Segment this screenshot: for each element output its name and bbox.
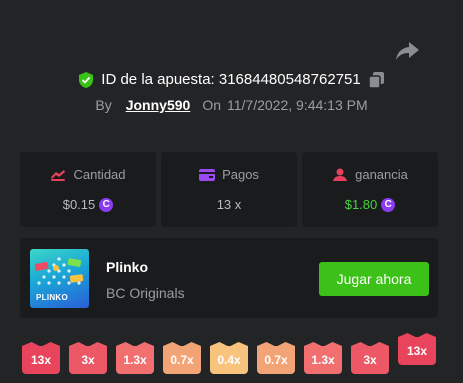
- user-link[interactable]: Jonny590: [126, 97, 191, 113]
- coin-icon: C: [381, 197, 396, 212]
- multiplier-bucket: 3x: [351, 346, 389, 374]
- multiplier-label: 13x: [406, 344, 428, 358]
- amount-stat: Cantidad $0.15 C: [20, 152, 156, 227]
- copy-icon[interactable]: [368, 71, 384, 88]
- by-label: By: [95, 97, 112, 113]
- multiplier-label: 3x: [81, 353, 95, 367]
- bet-byline: By Jonny590 On 11/7/2022, 9:44:13 PM: [0, 97, 463, 113]
- multiplier-label: 13x: [30, 353, 52, 367]
- multiplier-buckets: 13x 3x 1.3x 0.7x 0.4x 0.7x 1.3x 3x 13x: [22, 333, 436, 383]
- share-icon[interactable]: [394, 40, 420, 62]
- thumbnail-title: PLINKO: [36, 293, 69, 302]
- chip-icon: [51, 169, 66, 181]
- on-label: On: [202, 97, 221, 113]
- payout-stat: Pagos 13 x: [161, 152, 297, 227]
- multiplier-bucket: 13x: [398, 337, 436, 365]
- multiplier-bucket: 0.7x: [257, 346, 295, 374]
- multiplier-bucket: 1.3x: [304, 346, 342, 374]
- profit-label: ganancia: [355, 167, 408, 182]
- game-thumbnail[interactable]: PLINKO: [30, 249, 89, 308]
- multiplier-bucket: 0.4x: [210, 346, 248, 374]
- multiplier-label: 3x: [363, 353, 377, 367]
- game-card: PLINKO Plinko BC Originals Jugar ahora: [20, 238, 438, 318]
- multiplier-label: 0.7x: [170, 353, 194, 367]
- bet-id-row: ID de la apuesta: 31684480548762751: [0, 71, 463, 88]
- payout-value: 13 x: [216, 197, 242, 212]
- bet-id: ID de la apuesta: 31684480548762751: [101, 71, 361, 88]
- verified-shield-icon: [79, 71, 94, 88]
- amount-label: Cantidad: [73, 167, 126, 182]
- user-money-icon: [333, 168, 348, 181]
- multiplier-label: 1.3x: [123, 353, 147, 367]
- multiplier-label: 1.3x: [311, 353, 335, 367]
- multiplier-bucket: 3x: [69, 346, 107, 374]
- bet-stats: Cantidad $0.15 C Pagos 13 x ganancia $1.…: [20, 152, 438, 227]
- multiplier-bucket: 1.3x: [116, 346, 154, 374]
- profit-value: $1.80: [344, 197, 378, 212]
- amount-value: $0.15: [62, 197, 96, 212]
- profit-stat: ganancia $1.80 C: [302, 152, 438, 227]
- payout-label: Pagos: [222, 167, 259, 182]
- multiplier-label: 0.7x: [264, 353, 288, 367]
- play-now-button[interactable]: Jugar ahora: [319, 262, 429, 296]
- multiplier-bucket: 0.7x: [163, 346, 201, 374]
- multiplier-bucket: 13x: [22, 346, 60, 374]
- bet-date: 11/7/2022, 9:44:13 PM: [227, 97, 368, 113]
- coin-icon: C: [99, 197, 114, 212]
- game-name[interactable]: Plinko: [106, 259, 148, 275]
- multiplier-label: 0.4x: [217, 353, 241, 367]
- game-provider: BC Originals: [106, 285, 185, 301]
- wallet-icon: [199, 168, 216, 181]
